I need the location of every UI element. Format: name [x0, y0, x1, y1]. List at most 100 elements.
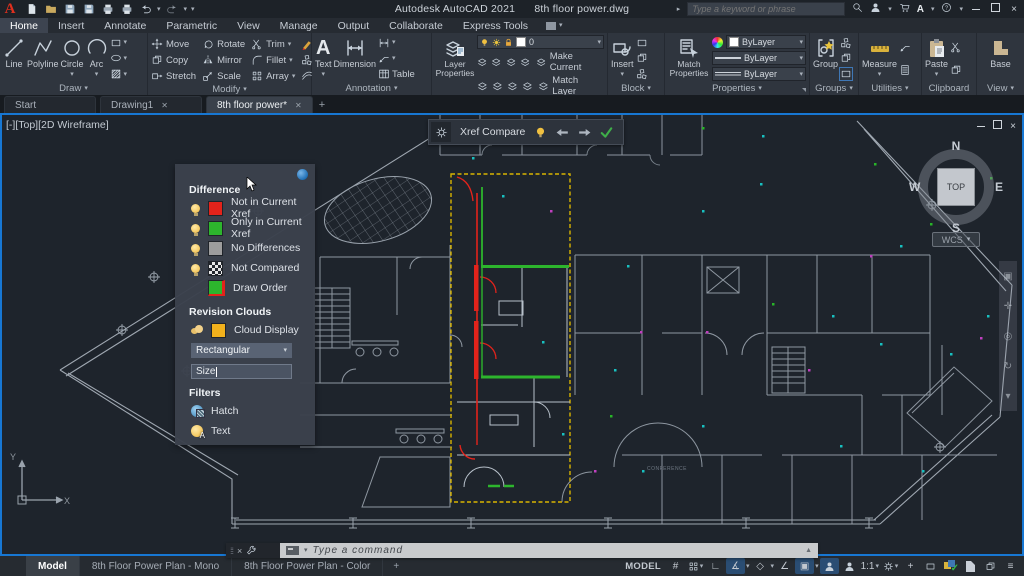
command-input[interactable]: ▾ Type a command ▲: [280, 543, 818, 558]
copy-button[interactable]: Copy: [151, 54, 196, 66]
stretch-button[interactable]: Stretch: [151, 70, 196, 82]
xref-settings-button[interactable]: [431, 122, 451, 142]
isolate-objects-button[interactable]: [921, 558, 940, 574]
redo-caret-icon[interactable]: ▾: [184, 6, 188, 13]
polar-caret-icon[interactable]: ▾: [746, 563, 750, 570]
panel-label-block[interactable]: Block ▾: [608, 82, 664, 95]
visibility-bulb-icon[interactable]: [191, 203, 200, 216]
layout-tab-color[interactable]: 8th Floor Power Plan - Color: [232, 556, 384, 576]
linear-dimension-button[interactable]: ▾: [378, 37, 415, 49]
visibility-bulb-icon[interactable]: [191, 263, 200, 276]
panel-label-modify[interactable]: Modify ▾: [148, 84, 311, 95]
open-file-icon[interactable]: [43, 3, 58, 16]
copy-clip-icon[interactable]: [950, 64, 962, 76]
drawing-viewport[interactable]: [-][Top][2D Wireframe] CONFERENCE Y X × …: [0, 113, 1024, 558]
layer-freeze-icon[interactable]: [506, 56, 517, 68]
panel-label-properties[interactable]: Properties ▾: [665, 82, 809, 95]
sign-in-icon[interactable]: [870, 2, 881, 16]
search-icon[interactable]: [852, 2, 863, 16]
panel-label-utilities[interactable]: Utilities ▾: [859, 82, 921, 95]
paste-button[interactable]: Paste ▾: [925, 35, 948, 82]
layout-tab-mono[interactable]: 8th Floor Power Plan - Mono: [80, 556, 233, 576]
panel-label-clipboard[interactable]: Clipboard: [922, 82, 976, 95]
not-compared-swatch[interactable]: [208, 260, 223, 276]
viewcube-east[interactable]: E: [995, 180, 1003, 194]
create-block-icon[interactable]: [636, 37, 648, 49]
array-button[interactable]: Array ▾: [251, 70, 295, 82]
color-wheel-icon[interactable]: [712, 36, 723, 48]
hatch-button[interactable]: ▾: [110, 68, 127, 80]
hatch-filter-icon[interactable]: [191, 405, 205, 418]
rectangle-button[interactable]: ▾: [110, 37, 127, 49]
lineweight-select[interactable]: ByLayer ▾: [712, 51, 806, 65]
object-snap-toggle[interactable]: ▣: [795, 558, 815, 574]
tab-output[interactable]: Output: [328, 18, 380, 33]
tab-parametric[interactable]: Parametric: [156, 18, 227, 33]
new-drawing-tab-button[interactable]: +: [319, 99, 325, 113]
text-button[interactable]: A Text ▾: [315, 35, 332, 82]
featured-apps-button[interactable]: ▾: [538, 18, 571, 33]
ungroup-icon[interactable]: [840, 37, 852, 49]
steering-wheel-icon[interactable]: ▣: [1003, 271, 1012, 282]
drawing-restore-button[interactable]: [993, 120, 1003, 132]
fillet-button[interactable]: Fillet ▾: [251, 54, 295, 66]
measure-button[interactable]: Measure ▾: [862, 35, 897, 82]
plot-icon[interactable]: [100, 3, 115, 16]
layer-select[interactable]: 0 ▾: [477, 35, 604, 49]
make-current-button[interactable]: Make Current: [536, 51, 604, 73]
layer-unlock-icon[interactable]: [522, 80, 534, 92]
floor-plan-canvas[interactable]: CND PICK UNIT REPAIR UC: [2, 115, 1022, 554]
line-button[interactable]: Line: [3, 35, 25, 82]
visibility-bulb-icon[interactable]: [191, 243, 200, 256]
quick-select-icon[interactable]: [899, 41, 911, 53]
viewcube-north[interactable]: N: [952, 139, 961, 153]
layer-isolate-icon[interactable]: [491, 56, 502, 68]
polyline-button[interactable]: Polyline: [27, 35, 59, 82]
layer-unisolate-icon[interactable]: [492, 80, 504, 92]
no-differences-color-swatch[interactable]: [208, 240, 223, 256]
base-view-button[interactable]: Base: [990, 35, 1012, 82]
only-in-xref-color-swatch[interactable]: [208, 220, 223, 236]
layer-on-icon[interactable]: [477, 80, 489, 92]
text-filter-icon[interactable]: [191, 425, 205, 440]
xref-next-icon[interactable]: [578, 126, 591, 139]
xref-finish-icon[interactable]: [600, 126, 613, 139]
workspace-switching-button[interactable]: ▾: [881, 558, 900, 574]
search-expand-icon[interactable]: ▸: [677, 6, 681, 13]
cloud-size-input[interactable]: Size: [191, 364, 292, 379]
insert-block-button[interactable]: Insert ▾: [611, 35, 634, 82]
tab-express-tools[interactable]: Express Tools: [453, 18, 538, 33]
recent-commands-icon[interactable]: [286, 546, 299, 555]
panel-label-view[interactable]: View ▾: [977, 82, 1024, 95]
drawing-close-button[interactable]: ×: [1010, 121, 1016, 132]
autocad-app-button[interactable]: A: [0, 0, 20, 18]
autodesk-a-icon[interactable]: A: [917, 4, 924, 15]
not-in-xref-color-swatch[interactable]: [208, 200, 223, 216]
layer-lock-icon[interactable]: [520, 56, 531, 68]
trusted-dwg-icon[interactable]: [961, 558, 980, 574]
layout-tab-model[interactable]: Model: [26, 556, 80, 576]
panel-label-annotation[interactable]: Annotation ▾: [312, 82, 431, 95]
navbar-more-icon[interactable]: ▾: [1005, 391, 1010, 402]
help-caret-icon[interactable]: ▾: [959, 6, 963, 13]
mirror-button[interactable]: Mirror: [202, 54, 245, 66]
match-properties-button[interactable]: Match Properties: [668, 35, 710, 82]
cloud-color-swatch[interactable]: [211, 322, 226, 338]
tab-manage[interactable]: Manage: [270, 18, 328, 33]
draw-order-swatch[interactable]: [208, 280, 225, 296]
navigation-bar[interactable]: ▣ ✛ ◎ ↻ ▾: [999, 261, 1017, 411]
redo-icon[interactable]: [165, 3, 180, 16]
customization-button[interactable]: +: [901, 558, 920, 574]
tab-annotate[interactable]: Annotate: [94, 18, 156, 33]
close-tab-icon[interactable]: ✕: [161, 101, 168, 110]
scale-button[interactable]: Scale: [202, 70, 245, 82]
command-tools-wrench-icon[interactable]: [246, 545, 257, 556]
trim-button[interactable]: Trim ▾: [251, 38, 295, 50]
search-input[interactable]: [687, 2, 846, 16]
autodesk-caret-icon[interactable]: ▾: [931, 6, 935, 13]
tab-collaborate[interactable]: Collaborate: [379, 18, 453, 33]
app-close-button[interactable]: ×: [1008, 4, 1020, 15]
dimension-button[interactable]: Dimension: [334, 35, 376, 82]
match-layer-button[interactable]: Match Layer: [538, 75, 604, 97]
undo-icon[interactable]: [138, 3, 153, 16]
